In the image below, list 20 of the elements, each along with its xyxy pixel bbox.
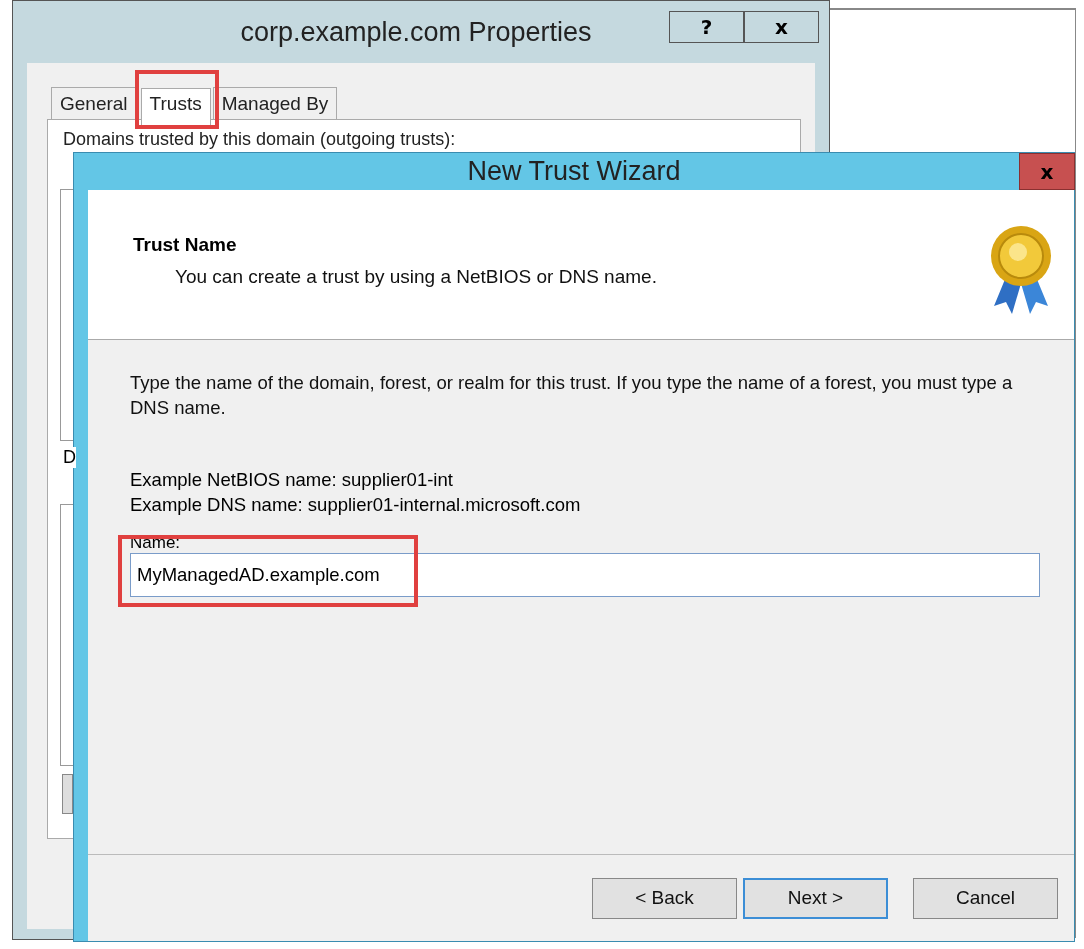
close-button[interactable]: x xyxy=(1019,153,1075,190)
next-button[interactable]: Next > xyxy=(743,877,888,919)
cancel-button[interactable]: Cancel xyxy=(913,877,1058,919)
tab[interactable]: Managed By xyxy=(212,87,338,119)
list-label: D xyxy=(63,447,76,468)
page-heading: Trust Name xyxy=(133,234,238,256)
list-label: Domains trusted by this domain (outgoing trusts): xyxy=(63,129,456,150)
window-title: New Trust Wizard xyxy=(467,156,681,187)
example-text: Example NetBIOS name: supplier01-int xyxy=(130,468,453,492)
back-button[interactable]: < Back xyxy=(592,877,737,919)
help-button[interactable]: ? xyxy=(669,11,744,43)
close-button[interactable]: x xyxy=(744,11,819,43)
window-title: corp.example.com Properties xyxy=(240,16,592,48)
instruction-text: Type the name of the domain, forest, or realm for this trust. If you type the name of a forest, you must type a DNS name. xyxy=(130,371,1014,420)
page-subheading: You can create a trust by using a NetBIOS or DNS name. xyxy=(175,266,657,288)
tab[interactable]: General xyxy=(51,87,137,119)
panel-button[interactable] xyxy=(62,774,73,814)
tab[interactable]: Trusts xyxy=(140,88,211,125)
name-field[interactable]: MyManagedAD.example.com xyxy=(130,553,1040,597)
example-text: Example DNS name: supplier01-internal.microsoft.com xyxy=(130,493,581,517)
